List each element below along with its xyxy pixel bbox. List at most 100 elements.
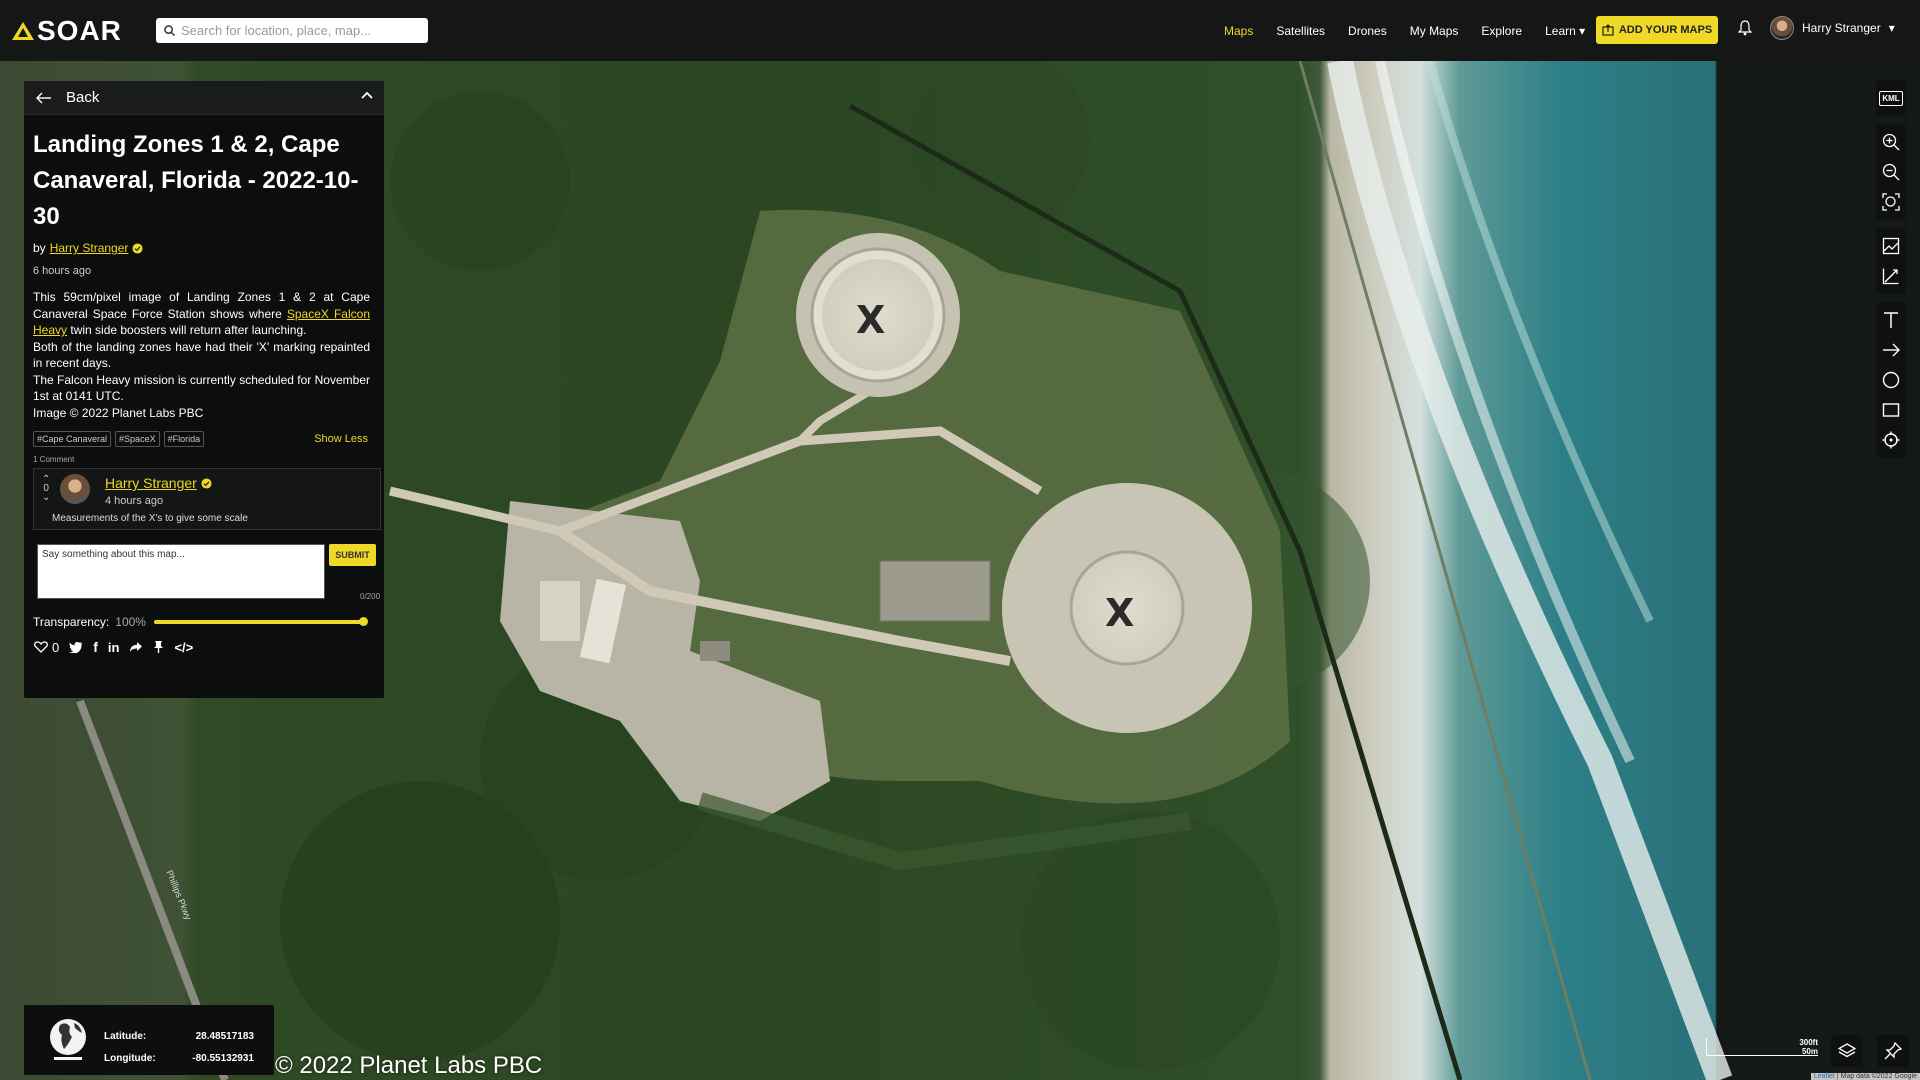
top-bar: SOAR Maps Satellites Drones My Maps Expl… [0,0,1920,61]
nav-maps[interactable]: Maps [1224,24,1253,38]
share-actions: 0 f in </> [34,639,384,655]
comment-votes: ⌃ 0 ⌄ [42,475,50,503]
back-label: Back [66,89,100,106]
soar-logo-icon [12,21,34,40]
toolbar-group [1876,302,1906,458]
zoom-out-icon [1882,163,1900,181]
zoom-in-button[interactable] [1876,127,1906,157]
nav-satellites[interactable]: Satellites [1276,24,1325,38]
bell-icon[interactable] [1738,20,1752,36]
facebook-icon[interactable]: f [93,639,98,655]
measure-icon [1882,268,1899,285]
by-prefix: by [33,241,46,255]
avatar [1770,16,1794,40]
show-less-link[interactable]: Show Less [314,433,368,445]
circle-tool-button[interactable] [1876,365,1906,395]
linkedin-icon[interactable]: in [108,640,120,655]
author-link[interactable]: Harry Stranger [50,241,129,255]
draw-button[interactable] [1877,1035,1909,1067]
byline: by Harry Stranger [33,241,384,255]
crosshair-icon [1882,431,1900,449]
search-bar[interactable] [156,18,428,43]
kml-icon: KML [1879,90,1903,106]
back-button[interactable]: Back [24,81,384,115]
latitude-label: Latitude: [104,1031,147,1042]
description-paragraph: Image © 2022 Planet Labs PBC [33,405,204,420]
upload-time: 6 hours ago [33,265,92,277]
search-input[interactable] [181,23,421,38]
tag-spacex[interactable]: #SpaceX [115,431,160,447]
transparency-control: Transparency: 100% [33,615,384,629]
rectangle-icon [1882,403,1900,417]
embed-code-icon[interactable]: </> [174,640,193,655]
pushpin-icon [1884,1042,1902,1060]
image-tool-button[interactable] [1876,231,1906,261]
toolbar-group [1876,228,1906,294]
downvote-icon[interactable]: ⌄ [42,493,50,503]
attribution-text: | Map data ©2022 Google [1836,1073,1917,1080]
tag-florida[interactable]: #Florida [163,431,205,447]
add-your-maps-button[interactable]: ADD YOUR MAPS [1596,16,1718,44]
description-text: twin side boosters will return after lau… [70,323,307,337]
app-name: SOAR [37,14,122,46]
map-details-panel: Back Landing Zones 1 & 2, Cape Canaveral… [24,81,384,698]
comment-author-link[interactable]: Harry Stranger [105,475,197,491]
user-menu[interactable]: Harry Stranger ▾ [1770,16,1895,40]
layers-button[interactable] [1831,1035,1863,1067]
longitude-row: Longitude: -80.55132931 [104,1053,254,1064]
zoom-fit-icon [1882,193,1900,211]
user-name: Harry Stranger [1802,21,1881,35]
verified-badge-icon [201,477,212,489]
like-button[interactable]: 0 [34,640,59,655]
zoom-out-button[interactable] [1876,157,1906,187]
comment-input[interactable] [37,544,325,599]
pin-icon[interactable] [153,640,164,654]
coordinates-panel: Latitude: 28.48517183 Longitude: -80.551… [24,1005,274,1075]
map-credit: © 2022 Planet Labs PBC [275,1052,543,1079]
nav-learn[interactable]: Learn ▾ [1545,24,1585,38]
toolbar-group [1876,124,1906,220]
verified-badge-icon [132,242,143,254]
upload-icon [1602,24,1614,36]
submit-button[interactable]: SUBMIT [329,544,376,566]
scale-meters: 50m [1801,1047,1818,1056]
zoom-in-icon [1882,133,1900,151]
image-icon [1882,237,1900,255]
measure-tool-button[interactable] [1876,261,1906,291]
tag-list: #Cape Canaveral #SpaceX #Florida Show Le… [33,431,384,447]
share-icon[interactable] [129,641,143,653]
kml-button[interactable]: KML [1876,83,1906,113]
comment-form: SUBMIT 0/200 [37,544,384,601]
caret-down-icon: ▾ [1888,21,1895,35]
comment-text: Measurements of the X's to give some sca… [52,513,248,524]
zoom-fit-button[interactable] [1876,187,1906,217]
arrow-tool-button[interactable] [1876,335,1906,365]
chevron-up-icon[interactable] [360,90,374,100]
main-nav: Maps Satellites Drones My Maps Explore L… [1224,0,1608,61]
circle-icon [1882,371,1900,389]
tag-cape-canaveral[interactable]: #Cape Canaveral [33,431,112,447]
nav-my-maps[interactable]: My Maps [1410,24,1459,38]
transparency-value: 100% [115,615,146,629]
text-tool-button[interactable] [1876,305,1906,335]
comment-avatar [60,474,90,504]
rectangle-tool-button[interactable] [1876,395,1906,425]
point-tool-button[interactable] [1876,425,1906,455]
nav-drones[interactable]: Drones [1348,24,1387,38]
latitude-row: Latitude: 28.48517183 [104,1031,254,1042]
map-title: Landing Zones 1 & 2, Cape Canaveral, Flo… [33,131,359,230]
soar-logo[interactable]: SOAR [12,15,130,47]
nav-explore[interactable]: Explore [1481,24,1522,38]
leaflet-link[interactable]: Leaflet [1814,1073,1835,1080]
transparency-label: Transparency: [33,615,110,629]
map-description: This 59cm/pixel image of Landing Zones 1… [33,289,370,421]
transparency-slider[interactable] [153,617,368,626]
comment-author: Harry Stranger [105,475,212,491]
twitter-icon[interactable] [69,641,83,653]
text-icon [1884,312,1898,328]
char-count: 0/200 [360,592,381,601]
like-count: 0 [52,639,60,655]
toolbar-group: KML [1876,80,1906,116]
slider-thumb[interactable] [358,617,368,626]
globe-icon [50,1019,86,1060]
